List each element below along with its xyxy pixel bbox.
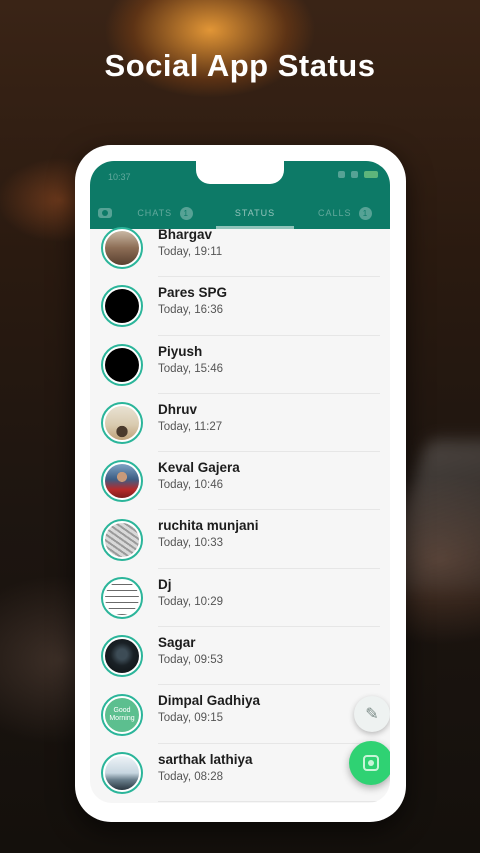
system-icons [338, 171, 378, 178]
avatar [101, 227, 143, 270]
notch [196, 161, 284, 184]
status-row[interactable]: sarthak lathiya Today, 08:28 [90, 744, 390, 803]
status-row[interactable]: Dhruv Today, 11:27 [90, 394, 390, 453]
tab-chats-label: CHATS [137, 208, 173, 218]
avatar [101, 402, 143, 445]
signal-icon [338, 171, 345, 178]
avatar [101, 576, 143, 619]
status-time: Today, 11:27 [158, 420, 223, 433]
tab-camera[interactable] [90, 208, 120, 218]
avatar [101, 751, 143, 794]
status-list: Bhargav Today, 19:11 Pares SPG Today, 16… [90, 219, 390, 803]
status-time: Today, 10:29 [158, 595, 224, 608]
status-row[interactable]: Sagar Today, 09:53 [90, 627, 390, 686]
phone-screen: 10:37 CHATS 1 STATUS CALLS 1 Bhargav Tod… [90, 161, 390, 803]
status-time: Today, 10:33 [158, 537, 224, 550]
camera-icon [98, 208, 112, 218]
status-time: Today, 08:28 [158, 770, 224, 783]
contact-name: sarthak lathiya [158, 751, 253, 767]
status-time: Today, 10:46 [158, 479, 224, 492]
phone-frame: 10:37 CHATS 1 STATUS CALLS 1 Bhargav Tod… [75, 145, 406, 822]
status-bar: 10:37 [90, 161, 390, 191]
avatar [101, 635, 143, 678]
status-time: Today, 15:46 [158, 362, 224, 375]
status-time: Today, 19:11 [158, 246, 223, 258]
status-row[interactable]: Dj Today, 10:29 [90, 569, 390, 628]
contact-name: Dimpal Gadhiya [158, 693, 261, 709]
contact-name: Sagar [158, 635, 196, 651]
avatar [101, 460, 143, 503]
status-row[interactable]: Pares SPG Today, 16:36 [90, 277, 390, 336]
add-status-button[interactable] [349, 741, 390, 785]
contact-name: Dhruv [158, 401, 198, 417]
status-camera-icon [363, 755, 379, 771]
status-row[interactable]: Piyush Today, 15:46 [90, 336, 390, 395]
status-time: Today, 09:53 [158, 654, 224, 667]
avatar [101, 343, 143, 386]
contact-name: ruchita munjani [158, 518, 259, 534]
status-row[interactable]: ruchita munjani Today, 10:33 [90, 510, 390, 570]
tab-status-label: STATUS [234, 208, 276, 218]
edit-text-status-button[interactable]: ✎ [354, 696, 390, 732]
status-time: Today, 16:36 [158, 304, 224, 317]
contact-name: Bhargav [158, 227, 213, 242]
wifi-icon [351, 171, 358, 178]
promo-headline: Social App Status [104, 48, 376, 83]
status-time: Today, 09:15 [158, 712, 224, 725]
pencil-icon: ✎ [365, 706, 379, 723]
status-row[interactable]: Good Morning Dimpal Gadhiya Today, 09:15 [90, 685, 390, 744]
avatar [101, 518, 143, 561]
battery-icon [364, 171, 378, 178]
avatar-text: Good Morning [109, 706, 135, 722]
contact-name: Dj [158, 576, 172, 592]
contact-name: Keval Gajera [158, 460, 240, 476]
avatar: Good Morning [101, 693, 143, 736]
tab-calls-label: CALLS [317, 208, 352, 218]
contact-name: Pares SPG [158, 285, 228, 301]
clock: 10:37 [108, 172, 131, 182]
avatar [101, 285, 143, 328]
status-row[interactable]: Keval Gajera Today, 10:46 [90, 452, 390, 511]
contact-name: Piyush [158, 343, 203, 359]
status-row[interactable]: Bhargav Today, 19:11 [90, 219, 390, 278]
